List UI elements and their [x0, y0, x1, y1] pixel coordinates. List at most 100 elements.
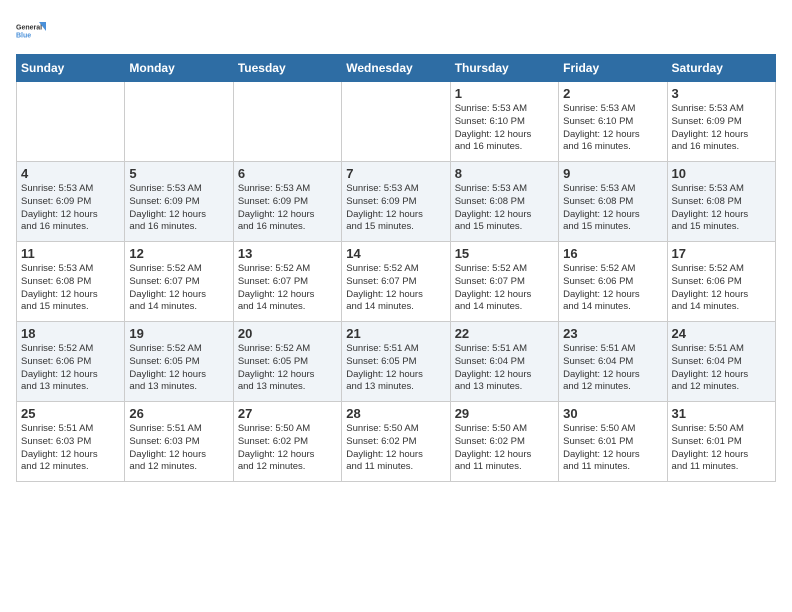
day-number: 23	[563, 326, 662, 341]
day-number: 8	[455, 166, 554, 181]
logo: GeneralBlue	[16, 16, 46, 46]
calendar-cell: 20 Sunrise: 5:52 AM Sunset: 6:05 PM Dayli…	[233, 322, 341, 402]
calendar-cell: 8 Sunrise: 5:53 AM Sunset: 6:08 PM Daylig…	[450, 162, 558, 242]
day-detail: Sunrise: 5:52 AM Sunset: 6:07 PM Dayligh…	[346, 263, 445, 314]
day-header-monday: Monday	[125, 55, 233, 82]
calendar-cell: 11 Sunrise: 5:53 AM Sunset: 6:08 PM Dayli…	[17, 242, 125, 322]
day-detail: Sunrise: 5:52 AM Sunset: 6:07 PM Dayligh…	[455, 263, 554, 314]
day-detail: Sunrise: 5:50 AM Sunset: 6:02 PM Dayligh…	[238, 423, 337, 474]
day-number: 25	[21, 406, 120, 421]
day-detail: Sunrise: 5:50 AM Sunset: 6:02 PM Dayligh…	[455, 423, 554, 474]
day-detail: Sunrise: 5:52 AM Sunset: 6:07 PM Dayligh…	[238, 263, 337, 314]
day-detail: Sunrise: 5:52 AM Sunset: 6:06 PM Dayligh…	[21, 343, 120, 394]
day-header-friday: Friday	[559, 55, 667, 82]
calendar-cell: 26Sunrise: 5:51 AM Sunset: 6:03 PM Dayli…	[125, 402, 233, 482]
day-number: 30	[563, 406, 662, 421]
day-detail: Sunrise: 5:50 AM Sunset: 6:02 PM Dayligh…	[346, 423, 445, 474]
day-number: 5	[129, 166, 228, 181]
calendar-cell: 3 Sunrise: 5:53 AM Sunset: 6:09 PM Daylig…	[667, 82, 775, 162]
calendar-cell: 25 Sunrise: 5:51 AM Sunset: 6:03 PM Dayli…	[17, 402, 125, 482]
calendar-cell	[125, 82, 233, 162]
calendar-cell: 5 Sunrise: 5:53 AM Sunset: 6:09 PM Daylig…	[125, 162, 233, 242]
calendar-week-row: 25 Sunrise: 5:51 AM Sunset: 6:03 PM Dayli…	[17, 402, 776, 482]
day-detail: Sunrise: 5:53 AM Sunset: 6:09 PM Dayligh…	[238, 183, 337, 234]
calendar-cell: 9 Sunrise: 5:53 AM Sunset: 6:08 PM Daylig…	[559, 162, 667, 242]
calendar-cell: 1 Sunrise: 5:53 AM Sunset: 6:10 PM Daylig…	[450, 82, 558, 162]
calendar-cell: 16Sunrise: 5:52 AM Sunset: 6:06 PM Dayli…	[559, 242, 667, 322]
day-detail: Sunrise: 5:51 AM Sunset: 6:05 PM Dayligh…	[346, 343, 445, 394]
day-number: 14	[346, 246, 445, 261]
calendar-cell: 2 Sunrise: 5:53 AM Sunset: 6:10 PM Daylig…	[559, 82, 667, 162]
calendar-cell: 15 Sunrise: 5:52 AM Sunset: 6:07 PM Dayli…	[450, 242, 558, 322]
calendar-week-row: 11 Sunrise: 5:53 AM Sunset: 6:08 PM Dayli…	[17, 242, 776, 322]
calendar-header-row: SundayMondayTuesdayWednesdayThursdayFrid…	[17, 55, 776, 82]
calendar-cell: 13 Sunrise: 5:52 AM Sunset: 6:07 PM Dayli…	[233, 242, 341, 322]
calendar-cell: 4Sunrise: 5:53 AM Sunset: 6:09 PM Daylig…	[17, 162, 125, 242]
day-detail: Sunrise: 5:50 AM Sunset: 6:01 PM Dayligh…	[563, 423, 662, 474]
calendar-cell: 21 Sunrise: 5:51 AM Sunset: 6:05 PM Dayli…	[342, 322, 450, 402]
calendar-cell: 12Sunrise: 5:52 AM Sunset: 6:07 PM Dayli…	[125, 242, 233, 322]
day-number: 1	[455, 86, 554, 101]
day-number: 31	[672, 406, 771, 421]
day-number: 11	[21, 246, 120, 261]
day-detail: Sunrise: 5:50 AM Sunset: 6:01 PM Dayligh…	[672, 423, 771, 474]
day-number: 19	[129, 326, 228, 341]
day-number: 15	[455, 246, 554, 261]
day-detail: Sunrise: 5:51 AM Sunset: 6:03 PM Dayligh…	[129, 423, 228, 474]
day-detail: Sunrise: 5:51 AM Sunset: 6:03 PM Dayligh…	[21, 423, 120, 474]
day-detail: Sunrise: 5:53 AM Sunset: 6:09 PM Dayligh…	[21, 183, 120, 234]
day-number: 3	[672, 86, 771, 101]
calendar-cell: 24Sunrise: 5:51 AM Sunset: 6:04 PM Dayli…	[667, 322, 775, 402]
calendar-week-row: 18 Sunrise: 5:52 AM Sunset: 6:06 PM Dayli…	[17, 322, 776, 402]
day-number: 9	[563, 166, 662, 181]
calendar-cell: 27 Sunrise: 5:50 AM Sunset: 6:02 PM Dayli…	[233, 402, 341, 482]
calendar-cell: 29 Sunrise: 5:50 AM Sunset: 6:02 PM Dayli…	[450, 402, 558, 482]
day-detail: Sunrise: 5:53 AM Sunset: 6:08 PM Dayligh…	[455, 183, 554, 234]
calendar-cell	[17, 82, 125, 162]
calendar-cell: 18 Sunrise: 5:52 AM Sunset: 6:06 PM Dayli…	[17, 322, 125, 402]
day-detail: Sunrise: 5:52 AM Sunset: 6:06 PM Dayligh…	[672, 263, 771, 314]
day-number: 13	[238, 246, 337, 261]
calendar-cell: 7 Sunrise: 5:53 AM Sunset: 6:09 PM Daylig…	[342, 162, 450, 242]
day-number: 22	[455, 326, 554, 341]
page-header: GeneralBlue	[16, 16, 776, 46]
day-detail: Sunrise: 5:53 AM Sunset: 6:08 PM Dayligh…	[672, 183, 771, 234]
svg-text:General: General	[16, 25, 42, 32]
day-number: 7	[346, 166, 445, 181]
day-number: 16	[563, 246, 662, 261]
calendar-cell	[342, 82, 450, 162]
day-number: 18	[21, 326, 120, 341]
day-detail: Sunrise: 5:52 AM Sunset: 6:05 PM Dayligh…	[238, 343, 337, 394]
day-header-saturday: Saturday	[667, 55, 775, 82]
day-number: 20	[238, 326, 337, 341]
day-detail: Sunrise: 5:53 AM Sunset: 6:09 PM Dayligh…	[672, 103, 771, 154]
calendar-cell: 30 Sunrise: 5:50 AM Sunset: 6:01 PM Dayli…	[559, 402, 667, 482]
day-detail: Sunrise: 5:52 AM Sunset: 6:05 PM Dayligh…	[129, 343, 228, 394]
day-detail: Sunrise: 5:51 AM Sunset: 6:04 PM Dayligh…	[455, 343, 554, 394]
calendar-cell: 14 Sunrise: 5:52 AM Sunset: 6:07 PM Dayli…	[342, 242, 450, 322]
day-number: 29	[455, 406, 554, 421]
day-detail: Sunrise: 5:53 AM Sunset: 6:08 PM Dayligh…	[563, 183, 662, 234]
day-detail: Sunrise: 5:51 AM Sunset: 6:04 PM Dayligh…	[672, 343, 771, 394]
day-detail: Sunrise: 5:53 AM Sunset: 6:10 PM Dayligh…	[455, 103, 554, 154]
day-number: 12	[129, 246, 228, 261]
calendar-cell	[233, 82, 341, 162]
day-number: 2	[563, 86, 662, 101]
day-detail: Sunrise: 5:53 AM Sunset: 6:09 PM Dayligh…	[129, 183, 228, 234]
day-detail: Sunrise: 5:53 AM Sunset: 6:10 PM Dayligh…	[563, 103, 662, 154]
day-detail: Sunrise: 5:53 AM Sunset: 6:09 PM Dayligh…	[346, 183, 445, 234]
day-header-wednesday: Wednesday	[342, 55, 450, 82]
day-number: 21	[346, 326, 445, 341]
day-number: 6	[238, 166, 337, 181]
day-detail: Sunrise: 5:51 AM Sunset: 6:04 PM Dayligh…	[563, 343, 662, 394]
day-header-tuesday: Tuesday	[233, 55, 341, 82]
calendar-week-row: 4Sunrise: 5:53 AM Sunset: 6:09 PM Daylig…	[17, 162, 776, 242]
calendar-cell: 28Sunrise: 5:50 AM Sunset: 6:02 PM Dayli…	[342, 402, 450, 482]
calendar-cell: 17Sunrise: 5:52 AM Sunset: 6:06 PM Dayli…	[667, 242, 775, 322]
day-number: 27	[238, 406, 337, 421]
calendar-cell: 22 Sunrise: 5:51 AM Sunset: 6:04 PM Dayli…	[450, 322, 558, 402]
day-header-sunday: Sunday	[17, 55, 125, 82]
day-detail: Sunrise: 5:53 AM Sunset: 6:08 PM Dayligh…	[21, 263, 120, 314]
calendar-week-row: 1 Sunrise: 5:53 AM Sunset: 6:10 PM Daylig…	[17, 82, 776, 162]
calendar-cell: 10Sunrise: 5:53 AM Sunset: 6:08 PM Dayli…	[667, 162, 775, 242]
